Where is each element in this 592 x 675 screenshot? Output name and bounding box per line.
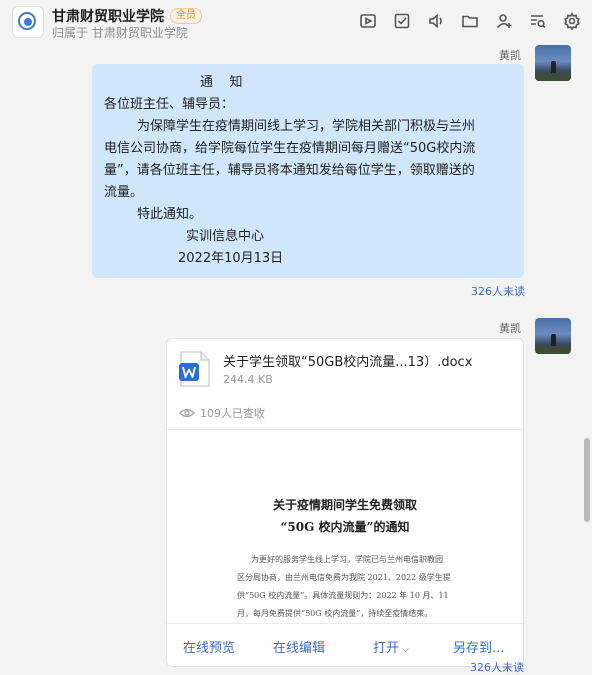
notice-line: 电信公司协商，给学院每位学生在疫情期间每月赠送“50G校内流: [104, 141, 476, 156]
sender-name[interactable]: 黄凯: [499, 47, 521, 63]
preview-text-line: 区分局协商，由兰州电信免费为我院 2021、2022 级学生提: [237, 573, 451, 582]
viewed-count[interactable]: 109人已查收: [179, 405, 265, 421]
chat-header: 甘肃财贸职业学院 全员 归属于 甘肃财贸职业学院: [0, 0, 592, 44]
header-toolbar: [358, 11, 582, 31]
viewed-count-text: 109人已查收: [200, 407, 265, 420]
notice-line: 特此通知。: [104, 207, 203, 222]
notice-line: 量”，请各位班主任，辅导员将本通知发给每位学生，领取赠送的: [104, 163, 475, 178]
group-title[interactable]: 甘肃财贸职业学院: [52, 6, 164, 26]
notice-date: 2022年10月13日: [178, 251, 284, 266]
voice-icon[interactable]: [426, 11, 446, 31]
file-message-card[interactable]: 关于学生领取“50GB校内流量...13）.docx 244.4 KB 109人…: [166, 338, 524, 667]
add-member-icon[interactable]: [494, 11, 514, 31]
notice-heading: 通 知: [200, 75, 243, 90]
avatar-figure: [551, 334, 556, 346]
notice-signature: 实训信息中心: [186, 229, 265, 244]
logo-dot: [24, 18, 32, 26]
online-preview-button[interactable]: 在线预览: [183, 637, 235, 656]
unread-count-link[interactable]: 326人未读: [470, 659, 524, 675]
chevron-down-icon: ⌵: [402, 645, 409, 655]
sender-name[interactable]: 黄凯: [499, 320, 521, 336]
folder-icon[interactable]: [460, 11, 480, 31]
group-logo[interactable]: [12, 6, 44, 38]
notice-line: 为保障学生在疫情期间线上学习，学院相关部门积极与兰州: [104, 119, 476, 134]
sender-avatar[interactable]: [535, 318, 571, 354]
open-button-label: 打开: [373, 641, 400, 656]
preview-text-line: 为更好的服务学生线上学习，学院已与兰州电信职教园: [251, 555, 443, 564]
word-doc-icon: [179, 351, 210, 387]
preview-title-line: 关于疫情期间学生免费领取: [272, 498, 417, 512]
document-preview[interactable]: 关于疫情期间学生免费领取 “50G 校内流量”的通知 为更好的服务学生线上学习，…: [167, 430, 523, 623]
member-badge: 全员: [170, 8, 202, 24]
avatar-figure: [551, 61, 556, 73]
online-edit-button[interactable]: 在线编辑: [273, 637, 325, 656]
unread-count-link[interactable]: 326人未读: [471, 283, 525, 299]
notice-line: 各位班主任、辅导员：: [104, 97, 235, 112]
group-subtitle: 归属于 甘肃财贸职业学院: [52, 26, 188, 40]
eye-icon: [179, 408, 195, 418]
avatar-ground: [535, 346, 571, 354]
video-icon[interactable]: [358, 11, 378, 31]
scrollbar-thumb[interactable]: [584, 438, 590, 522]
save-as-button[interactable]: 另存到...: [453, 637, 504, 656]
open-button[interactable]: 打开 ⌵: [373, 637, 409, 656]
notice-line: 流量。: [104, 185, 144, 200]
file-name[interactable]: 关于学生领取“50GB校内流量...13）.docx: [223, 351, 472, 370]
search-list-icon[interactable]: [528, 11, 548, 31]
checklist-icon[interactable]: [392, 11, 412, 31]
file-size: 244.4 KB: [223, 373, 273, 386]
sender-avatar[interactable]: [535, 45, 571, 81]
avatar-ground: [535, 73, 571, 81]
settings-icon[interactable]: [562, 11, 582, 31]
notice-message-bubble[interactable]: 通 知 各位班主任、辅导员： 为保障学生在疫情期间线上学习，学院相关部门积极与兰…: [92, 64, 524, 278]
preview-title-line: “50G 校内流量”的通知: [280, 520, 410, 534]
preview-text-line: 供“50G 校内流量”。具体流量规则为：2022 年 10 月、11: [237, 591, 449, 600]
preview-text-line: 月，每月免费提供“50G 校内流量”，持续至疫情结束。: [237, 609, 433, 618]
